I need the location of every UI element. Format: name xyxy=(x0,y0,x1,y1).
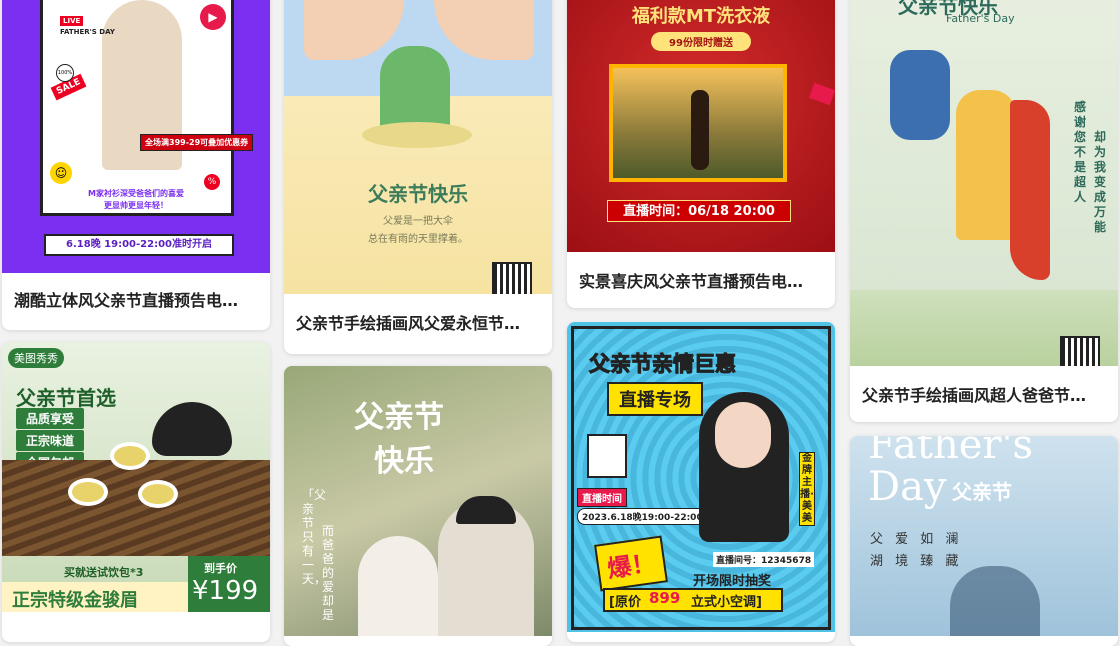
template-card[interactable]: 福利款MT洗衣液 99份限时赠送 直播时间：06/18 20:00 实景喜庆风父… xyxy=(567,0,835,308)
template-thumbnail[interactable]: 父亲节 快乐 「父亲节只有一天， 而爸爸的爱却是 xyxy=(284,366,552,636)
fathers-day-text: FATHER'S DAY xyxy=(60,28,115,36)
poem-vertical-text: 「父亲节只有一天， xyxy=(302,488,327,586)
price-value: ¥199 xyxy=(192,576,259,606)
poster-title: 父亲节亲情巨惠 xyxy=(589,352,737,377)
slogan-line-2: 更显帅更显年轻！ xyxy=(104,201,168,210)
card-title[interactable]: 实景喜庆风父亲节直播预告电… xyxy=(579,268,823,292)
poster-subtitle: 直播专场 xyxy=(607,382,703,416)
poster-title-cn: 父亲节 xyxy=(952,480,1012,504)
slogan-line-1: M家衬衫深受爸爸们的喜爱 xyxy=(88,189,184,198)
poster-line: 父爱是一把大伞 xyxy=(383,216,453,227)
template-card[interactable]: 美图秀秀 父亲节首选 品质享受 正宗味道 全国包邮 买就送试饮包*3 正宗特级金… xyxy=(2,342,270,642)
poster-title: 快乐 xyxy=(374,444,434,479)
tea-cup xyxy=(138,480,178,508)
poster-line: 父 爱 如 澜 xyxy=(870,532,963,547)
price-original: [原价 xyxy=(609,595,641,610)
boom-burst: 爆！ xyxy=(594,535,668,592)
poster-title-en: Day xyxy=(868,464,947,510)
play-icon: ▶ xyxy=(200,4,226,30)
poem-vertical-text: 而爸爸的爱却是 xyxy=(322,524,335,622)
template-thumbnail[interactable]: Father's Day 父亲节 父 爱 如 澜 湖 境 臻 藏 xyxy=(850,436,1118,636)
live-time-banner: 直播时间：06/18 20:00 xyxy=(607,200,791,222)
poster-line: 总在有雨的天里撑着。 xyxy=(368,234,468,245)
template-thumbnail[interactable]: LIVE FATHER'S DAY ▶ SALE 100% ☺ 全场满399-2… xyxy=(2,0,270,273)
brand-badge: 美图秀秀 xyxy=(8,348,64,368)
room-number: 直播间号：12345678 xyxy=(713,552,815,567)
poster-subtitle: Father's Day xyxy=(946,12,1015,25)
card-title[interactable]: 父亲节手绘插画风超人爸爸节… xyxy=(862,382,1106,406)
template-card[interactable]: Father's Day 父亲节 父 爱 如 澜 湖 境 臻 藏 xyxy=(850,436,1118,646)
teapot-image xyxy=(152,402,232,456)
ground-shadow xyxy=(362,122,472,148)
poster-title: 父亲节快乐 xyxy=(368,182,468,206)
feature-item: 品质享受 xyxy=(16,408,85,429)
lottery-text: 开场限时抽奖 xyxy=(693,574,772,589)
template-thumbnail[interactable]: 父亲节快乐 Father's Day 感谢您不是超人 却为我变成万能 xyxy=(850,0,1118,366)
vertical-text: 感谢您不是超人 xyxy=(1074,100,1087,204)
template-thumbnail[interactable]: 福利款MT洗衣液 99份限时赠送 直播时间：06/18 20:00 xyxy=(567,0,835,252)
card-title[interactable]: 父亲节手绘插画风父爱永恒节… xyxy=(296,310,540,334)
poster-subtitle: 99份限时赠送 xyxy=(651,32,751,51)
poster-title: 福利款MT洗衣液 xyxy=(631,6,771,27)
smiley-icon: ☺ xyxy=(50,162,72,184)
tea-cup xyxy=(110,442,150,470)
price-number: 899 xyxy=(649,589,681,607)
poster-title: 父亲节首选 xyxy=(16,386,116,410)
template-thumbnail[interactable]: 父亲节快乐 父爱是一把大伞 总在有雨的天里撑着。 xyxy=(284,0,552,294)
price-label: 到手价 xyxy=(204,562,237,575)
template-card[interactable]: LIVE FATHER'S DAY ▶ SALE 100% ☺ 全场满399-2… xyxy=(2,0,270,330)
qr-code xyxy=(1060,336,1100,366)
live-date-banner: 6.18晚 19:00-22:00准时开启 xyxy=(44,234,234,256)
bamboo-mat-image xyxy=(2,460,270,556)
cape-illustration xyxy=(1010,100,1050,280)
socket-icon xyxy=(587,434,627,478)
card-title[interactable]: 潮酷立体风父亲节直播预告电… xyxy=(14,287,258,311)
live-badge: LIVE xyxy=(60,16,84,26)
gift-text: 买就送试饮包*3 xyxy=(64,566,144,579)
silhouette-image xyxy=(950,566,1040,636)
product-name: 正宗特级金骏眉 xyxy=(12,590,138,611)
host-face xyxy=(715,402,771,468)
child-illustration xyxy=(890,50,950,140)
template-thumbnail[interactable]: 美图秀秀 父亲节首选 品质享受 正宗味道 全国包邮 买就送试饮包*3 正宗特级金… xyxy=(2,342,270,612)
cap-image xyxy=(456,496,516,524)
live-date: 2023.6.18晚19:00-22:00 xyxy=(577,508,708,525)
baby-photo xyxy=(358,536,438,636)
template-card[interactable]: 父亲节 快乐 「父亲节只有一天， 而爸爸的爱却是 xyxy=(284,366,552,646)
template-card[interactable]: 父亲节快乐 Father's Day 感谢您不是超人 却为我变成万能 父亲节手绘… xyxy=(850,0,1118,422)
discount-banner: 全场满399-29可叠加优惠券 xyxy=(140,134,254,151)
tea-cup xyxy=(68,478,108,506)
template-thumbnail[interactable]: 父亲节亲情巨惠 直播专场 直播时间 2023.6.18晚19:00-22:00 … xyxy=(567,322,835,632)
qr-code xyxy=(492,262,532,294)
price-item: 立式小空调] xyxy=(691,595,762,610)
feature-item: 正宗味道 xyxy=(16,430,85,451)
host-label: 金牌主播·美美 xyxy=(799,452,815,526)
poster-line: 湖 境 臻 藏 xyxy=(870,554,963,569)
father-illustration xyxy=(956,90,1016,240)
live-label: 直播时间 xyxy=(577,488,627,507)
template-card[interactable]: 父亲节快乐 父爱是一把大伞 总在有雨的天里撑着。 父亲节手绘插画风父爱永恒节… xyxy=(284,0,552,354)
quality-badge: 100% xyxy=(56,64,74,82)
vertical-text: 却为我变成万能 xyxy=(1094,130,1107,234)
template-card[interactable]: 父亲节亲情巨惠 直播专场 直播时间 2023.6.18晚19:00-22:00 … xyxy=(567,322,835,642)
poster-title: 父亲节 xyxy=(354,400,444,435)
red-envelope-icon xyxy=(808,82,835,106)
father-child-silhouette xyxy=(691,90,709,170)
